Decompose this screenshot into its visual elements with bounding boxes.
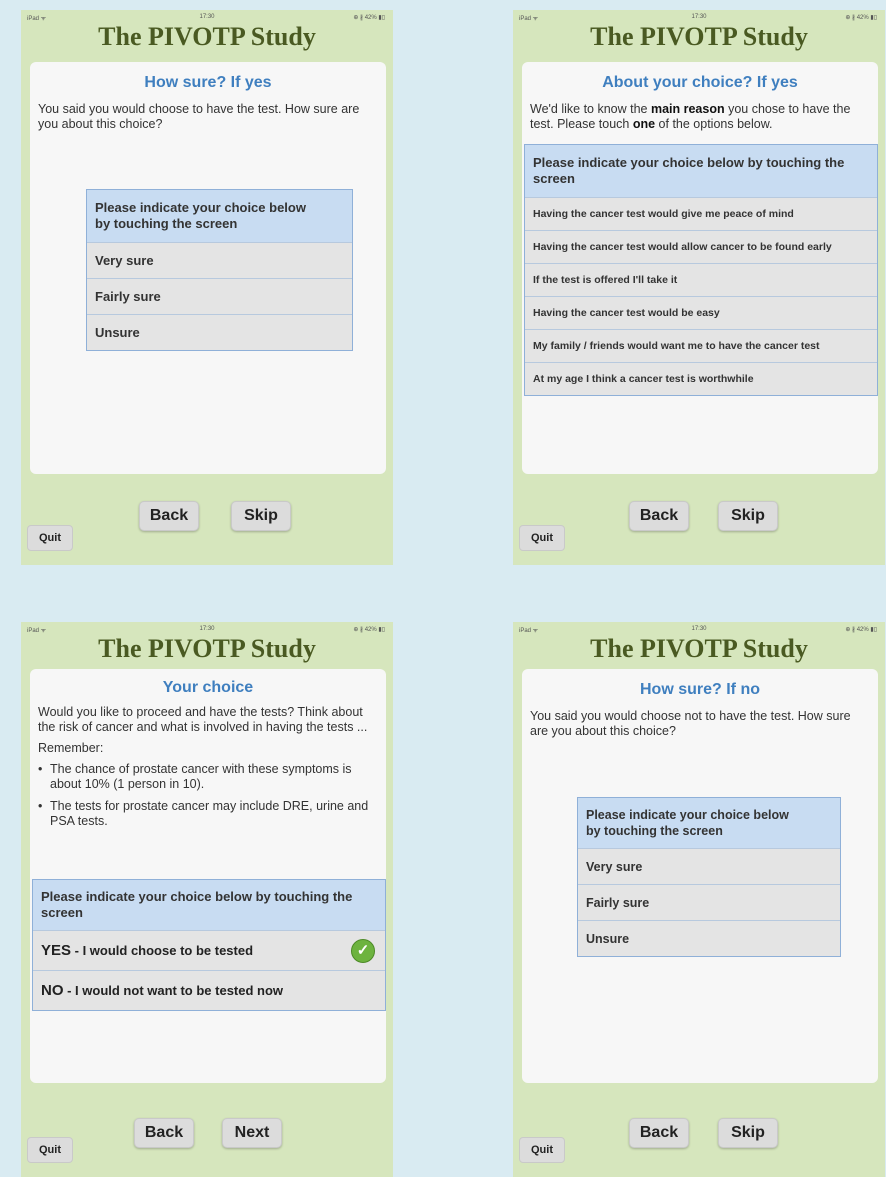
question-text: We'd like to know the main reason you ch… — [530, 102, 870, 132]
option-label: At my age I think a cancer test is worth… — [533, 373, 754, 385]
option-be-easy[interactable]: Having the cancer test would be easy — [525, 296, 877, 329]
app-title: The PIVOTP Study — [98, 634, 316, 663]
option-label: Very sure — [586, 860, 643, 874]
option-label: Having the cancer test would allow cance… — [533, 241, 832, 253]
checkmark-icon: ✓ — [351, 938, 375, 963]
back-button[interactable]: Back — [139, 501, 199, 531]
app-title: The PIVOTP Study — [590, 22, 808, 51]
quit-button[interactable]: Quit — [27, 525, 73, 551]
option-yes-tested[interactable]: YES - I would choose to be tested ✓ — [33, 930, 385, 970]
reminder-item: The chance of prostate cancer with these… — [38, 762, 378, 792]
option-at-my-age[interactable]: At my age I think a cancer test is worth… — [525, 362, 877, 395]
content-panel: How sure? If yes You said you would choo… — [30, 62, 386, 474]
option-very-sure[interactable]: Very sure — [578, 848, 840, 884]
status-time: 17:30 — [199, 14, 215, 20]
option-family-friends[interactable]: My family / friends would want me to hav… — [525, 329, 877, 362]
choice-prompt-line: Please indicate your choice below — [95, 200, 306, 215]
screen-how-sure-yes: iPad ᯤ 17:30 ⊕ ∦ 42% ▮▯ The PIVOTP Study… — [21, 10, 393, 565]
choice-prompt-line: by touching the screen — [586, 824, 723, 838]
quit-button[interactable]: Quit — [519, 1137, 565, 1163]
quit-button[interactable]: Quit — [27, 1137, 73, 1163]
app-title: The PIVOTP Study — [590, 634, 808, 663]
option-label: Very sure — [95, 253, 154, 268]
choice-prompt: Please indicate your choice below by tou… — [87, 190, 352, 242]
choice-prompt-line: Please indicate your choice below — [586, 808, 789, 822]
choice-list: Please indicate your choice below by tou… — [577, 797, 841, 957]
screen-how-sure-no: iPad ᯤ 17:30 ⊕ ∦ 42% ▮▯ The PIVOTP Study… — [513, 622, 885, 1177]
back-button[interactable]: Back — [629, 501, 689, 531]
option-label: Fairly sure — [586, 896, 650, 910]
screen-heading: How sure? If yes — [144, 74, 272, 91]
option-label: Unsure — [95, 325, 140, 340]
choice-prompt: Please indicate your choice below by tou… — [33, 880, 385, 930]
option-fairly-sure[interactable]: Fairly sure — [578, 884, 840, 920]
next-button[interactable]: Next — [222, 1118, 282, 1148]
screen-your-choice: iPad ᯤ 17:30 ⊕ ∦ 42% ▮▯ The PIVOTP Study… — [21, 622, 393, 1177]
option-label: If the test is offered I'll take it — [533, 274, 678, 286]
text-emphasis: one — [632, 117, 656, 131]
question-text: Would you like to proceed and have the t… — [38, 705, 368, 734]
battery-indicator: ⊕ ∦ 42% ▮▯ — [353, 627, 385, 633]
choice-list: Please indicate your choice below by tou… — [86, 189, 353, 351]
option-no-tested[interactable]: NO - I would not want to be tested now — [33, 970, 385, 1010]
content-panel: Your choice Would you like to proceed an… — [30, 669, 386, 1083]
option-peace-of-mind[interactable]: Having the cancer test would give me pea… — [525, 197, 877, 230]
option-key-yes: YES — [41, 942, 72, 959]
carrier-wifi-indicator: iPad ᯤ — [27, 16, 47, 22]
option-label: Unsure — [586, 932, 630, 946]
reminder-item: The tests for prostate cancer may includ… — [38, 799, 378, 829]
back-button[interactable]: Back — [134, 1118, 194, 1148]
option-unsure[interactable]: Unsure — [87, 314, 352, 350]
screen-heading: How sure? If no — [640, 681, 760, 698]
skip-button[interactable]: Skip — [231, 501, 291, 531]
option-label: - I would choose to be tested — [71, 943, 254, 958]
choice-list: Please indicate your choice below by tou… — [524, 144, 878, 396]
remember-label: Remember: — [38, 741, 104, 755]
battery-indicator: ⊕ ∦ 42% ▮▯ — [845, 627, 877, 633]
option-offered-take-it[interactable]: If the test is offered I'll take it — [525, 263, 877, 296]
choice-prompt: Please indicate your choice below by tou… — [525, 145, 877, 197]
screen-heading: Your choice — [162, 679, 254, 696]
skip-button[interactable]: Skip — [718, 1118, 778, 1148]
question-text: You said you would choose to have the te… — [38, 102, 360, 131]
back-button[interactable]: Back — [629, 1118, 689, 1148]
text-part: of the options below. — [655, 117, 773, 131]
choice-prompt-line: by touching the screen — [95, 216, 238, 231]
choice-prompt: Please indicate your choice below by tou… — [578, 798, 840, 848]
carrier-wifi-indicator: iPad ᯤ — [519, 628, 539, 634]
option-label: Fairly sure — [95, 289, 161, 304]
screen-about-choice-yes: iPad ᯤ 17:30 ⊕ ∦ 42% ▮▯ The PIVOTP Study… — [513, 10, 885, 565]
text-part: We'd like to know the — [530, 102, 651, 116]
option-label: Having the cancer test would be easy — [533, 307, 720, 319]
question-text: You said you would choose not to have th… — [530, 709, 851, 738]
status-time: 17:30 — [691, 626, 707, 632]
option-very-sure[interactable]: Very sure — [87, 242, 352, 278]
reminder-list: The chance of prostate cancer with these… — [38, 762, 378, 829]
option-fairly-sure[interactable]: Fairly sure — [87, 278, 352, 314]
status-time: 17:30 — [199, 626, 215, 632]
quit-button[interactable]: Quit — [519, 525, 565, 551]
option-label: Having the cancer test would give me pea… — [533, 208, 794, 220]
skip-button[interactable]: Skip — [718, 501, 778, 531]
option-key-no: NO — [41, 982, 64, 999]
battery-indicator: ⊕ ∦ 42% ▮▯ — [353, 15, 385, 21]
option-found-early[interactable]: Having the cancer test would allow cance… — [525, 230, 877, 263]
option-unsure[interactable]: Unsure — [578, 920, 840, 956]
content-panel: About your choice? If yes We'd like to k… — [522, 62, 878, 474]
option-label: - I would not want to be tested now — [63, 983, 284, 998]
carrier-wifi-indicator: iPad ᯤ — [519, 16, 539, 22]
choice-list: Please indicate your choice below by tou… — [32, 879, 386, 1011]
content-panel: How sure? If no You said you would choos… — [522, 669, 878, 1083]
option-label: My family / friends would want me to hav… — [533, 340, 820, 352]
app-title: The PIVOTP Study — [98, 22, 316, 51]
carrier-wifi-indicator: iPad ᯤ — [27, 628, 47, 634]
battery-indicator: ⊕ ∦ 42% ▮▯ — [845, 15, 877, 21]
status-time: 17:30 — [691, 14, 707, 20]
text-emphasis: main reason — [650, 102, 725, 116]
screen-heading: About your choice? If yes — [602, 74, 798, 91]
